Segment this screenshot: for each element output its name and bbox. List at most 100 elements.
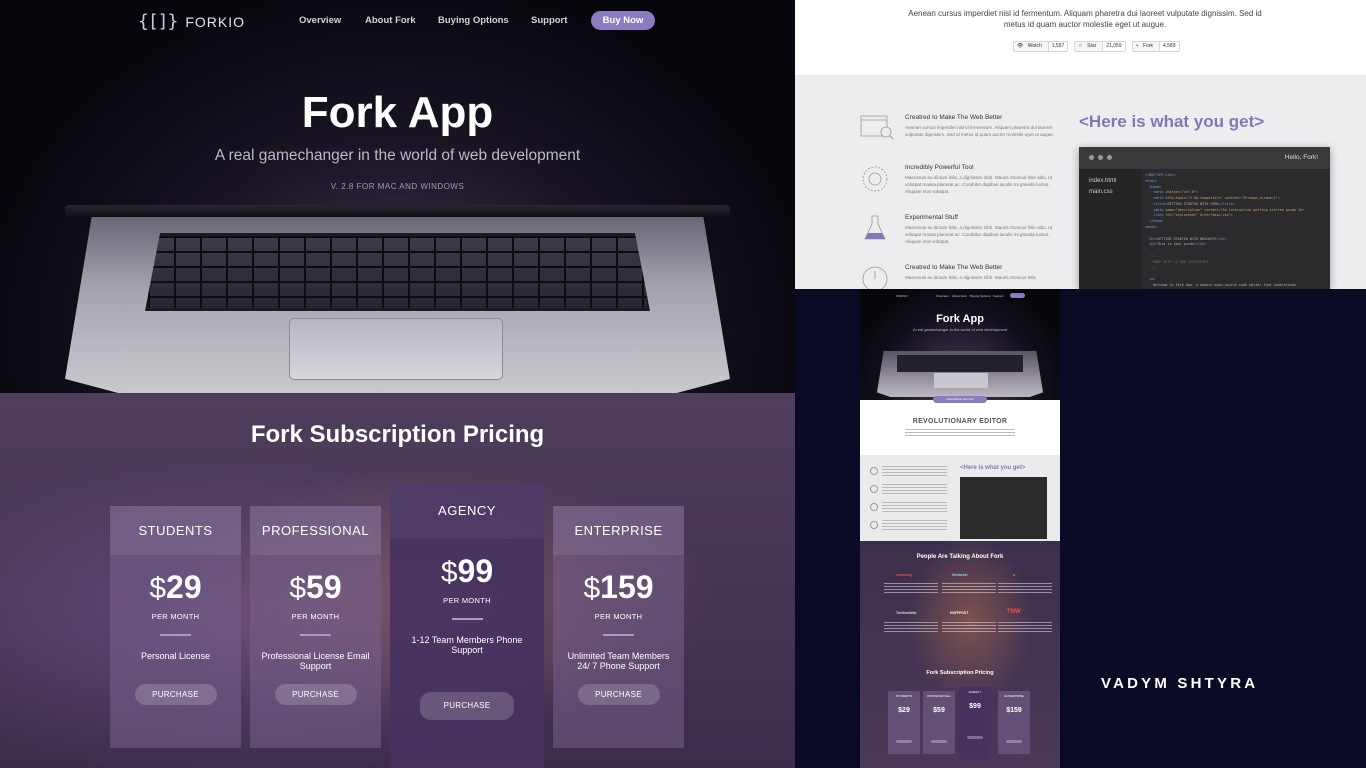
plan-period: PER MONTH bbox=[443, 596, 491, 605]
nav-link-buying-options[interactable]: Buying Options bbox=[438, 15, 509, 26]
price-amount: 59 bbox=[306, 569, 342, 605]
preview-keyboard bbox=[897, 355, 1023, 372]
feature-item: Experimental Stuff Maecenas eu dictum fe… bbox=[860, 214, 1052, 254]
plan-price: $99 bbox=[390, 553, 544, 590]
feature-text: Maecenas eu dictum felis, a dignissim ni… bbox=[905, 225, 1053, 244]
plan-name: AGENCY bbox=[390, 483, 544, 539]
preview-purchase-button bbox=[967, 736, 983, 739]
hero-section: {[]} FORKIO Overview About Fork Buying O… bbox=[0, 0, 795, 393]
preview-feature-icon bbox=[870, 485, 878, 493]
preview-purchase-button bbox=[931, 740, 947, 743]
plan-card-enterprise: ENTERPRISE $159 PER MONTH Unlimited Team… bbox=[553, 506, 684, 748]
currency-symbol: $ bbox=[583, 572, 601, 605]
plan-name: PROFESSIONAL bbox=[250, 506, 381, 555]
feature-title: Experimental Stuff bbox=[905, 214, 958, 221]
window-dot-icon bbox=[1098, 155, 1103, 160]
currency-symbol: $ bbox=[289, 572, 307, 605]
window-dot-icon bbox=[1107, 155, 1112, 160]
feature-title: Incredibly Powerful Tool bbox=[905, 164, 974, 171]
purchase-button[interactable]: PURCHASE bbox=[420, 692, 514, 720]
preview-nav-link: About Fork bbox=[952, 294, 967, 298]
laptop-trackpad bbox=[289, 318, 503, 380]
browser-search-icon bbox=[860, 115, 894, 140]
preview-subtitle: A real gamechanger in the world of web d… bbox=[912, 327, 1008, 332]
preview-brand-logo: ● bbox=[1013, 573, 1016, 577]
preview-title: Fork App bbox=[936, 313, 984, 325]
editor-titlebar: Hello, Fork! bbox=[1079, 147, 1330, 169]
plan-divider bbox=[300, 634, 331, 636]
watch-count: 1,597 bbox=[1047, 42, 1068, 51]
author-name: VADYM SHTYRA bbox=[1101, 675, 1259, 692]
features-section: Aenean cursus imperdiet nisl id fermentu… bbox=[795, 0, 1366, 289]
editor-greeting: Hello, Fork! bbox=[1284, 154, 1318, 161]
plan-divider bbox=[160, 634, 191, 636]
price-amount: 29 bbox=[166, 569, 202, 605]
purchase-button[interactable]: PURCHASE bbox=[134, 684, 217, 705]
star-label: ☆ Star bbox=[1078, 43, 1097, 49]
preview-editor-section bbox=[860, 400, 1060, 455]
code-editor-mockup: Hello, Fork! index.html main.css <!DOCTY… bbox=[1079, 147, 1330, 289]
preview-get-title: <Here is what you get> bbox=[960, 465, 1026, 471]
nav-link-overview[interactable]: Overview bbox=[299, 15, 341, 26]
hero-title: Fork App bbox=[301, 88, 494, 137]
intro-text: Aenean cursus imperdiet nisl id fermentu… bbox=[908, 9, 1262, 30]
nav-link-about-fork[interactable]: About Fork bbox=[365, 15, 416, 26]
preview-feature-icon bbox=[870, 503, 878, 511]
code-lines: <!DOCTYPE html> <html> <head> <meta char… bbox=[1145, 173, 1305, 289]
purchase-button[interactable]: PURCHASE bbox=[274, 684, 357, 705]
pricing-title: Fork Subscription Pricing bbox=[250, 421, 545, 448]
fork-logo-icon: {[]} bbox=[138, 11, 178, 32]
github-buttons: 👁 Watch 1,597 ☆ Star 21,059 ⑂ Fork 4,589 bbox=[1013, 41, 1180, 52]
plan-features: Professional License Email Support bbox=[261, 651, 370, 671]
plan-divider bbox=[603, 634, 634, 636]
editor-file-tree: index.html main.css bbox=[1079, 169, 1141, 289]
preview-quote bbox=[998, 622, 1052, 634]
preview-nav-link: Overview bbox=[936, 294, 949, 298]
pricing-section: Fork Subscription Pricing STUDENTS $29 P… bbox=[0, 393, 795, 768]
plan-price: $59 bbox=[250, 569, 381, 606]
github-star-button[interactable]: ☆ Star 21,059 bbox=[1074, 41, 1126, 52]
preview-plan-card: STUDENTS $29 bbox=[888, 691, 920, 754]
clock-icon bbox=[862, 266, 888, 289]
nav-link-support[interactable]: Support bbox=[531, 15, 567, 26]
preview-purchase-button bbox=[896, 740, 912, 743]
preview-plan-card: PROFESSIONAL $59 bbox=[923, 691, 955, 754]
feature-title: Creatred to Make The Web Better bbox=[905, 264, 1003, 271]
file-item[interactable]: main.css bbox=[1089, 189, 1113, 195]
preview-quote bbox=[998, 583, 1052, 595]
preview-editor-heading: REVOLUTIONARY EDITOR bbox=[912, 418, 1008, 425]
hero-version: V. 2.8 FOR MAC AND WINDOWS bbox=[330, 182, 465, 191]
preview-buy-button bbox=[1010, 293, 1025, 298]
file-item[interactable]: index.html bbox=[1089, 178, 1116, 184]
flask-icon bbox=[864, 215, 886, 240]
preview-plan-name: AGENCY bbox=[968, 690, 982, 694]
laptop-keyboard bbox=[145, 233, 650, 311]
preview-quote bbox=[884, 622, 938, 634]
preview-plan-price: $99 bbox=[969, 703, 981, 710]
logo[interactable]: {[]} FORKIO bbox=[138, 11, 245, 32]
github-fork-button[interactable]: ⑂ Fork 4,589 bbox=[1131, 41, 1180, 52]
full-page-preview-section: FORKIO Overview About Fork Buying Option… bbox=[795, 289, 1366, 768]
preview-plan-card: AGENCY $99 bbox=[959, 687, 991, 759]
preview-nav-link: Buying Options bbox=[970, 294, 991, 298]
plan-card-agency: AGENCY $99 PER MONTH 1-12 Team Members P… bbox=[390, 483, 544, 768]
hero-subtitle: A real gamechanger in the world of web d… bbox=[214, 147, 581, 164]
plan-card-professional: PROFESSIONAL $59 PER MONTH Professional … bbox=[250, 506, 381, 748]
plan-price: $29 bbox=[110, 569, 241, 606]
github-watch-button[interactable]: 👁 Watch 1,597 bbox=[1013, 41, 1069, 52]
preview-feature-text bbox=[882, 484, 947, 494]
preview-brand-logo: TheNextWeb bbox=[896, 611, 917, 615]
plan-name: STUDENTS bbox=[110, 506, 241, 555]
preview-download-button: Download For Free Now bbox=[933, 396, 987, 403]
preview-quote bbox=[942, 622, 996, 634]
buy-now-button[interactable]: Buy Now bbox=[591, 11, 655, 30]
preview-brand-logo: HUFFPOST bbox=[950, 611, 969, 615]
preview-pricing-title: Fork Subscription Pricing bbox=[926, 670, 994, 676]
plan-features: Unlimited Team Members 24/ 7 Phone Suppo… bbox=[567, 651, 670, 671]
here-is-what-you-get-title: <Here is what you get> bbox=[1079, 112, 1265, 131]
purchase-button[interactable]: PURCHASE bbox=[577, 684, 660, 705]
feature-text: Aenean cursus imperdiet nisl id fermentu… bbox=[905, 125, 1055, 137]
laptop-lid bbox=[65, 205, 730, 219]
feature-item: Creatred to Make The Web Better Maecenas… bbox=[860, 264, 1050, 289]
preview-plan-name: ENTERPRISE bbox=[1004, 694, 1024, 698]
